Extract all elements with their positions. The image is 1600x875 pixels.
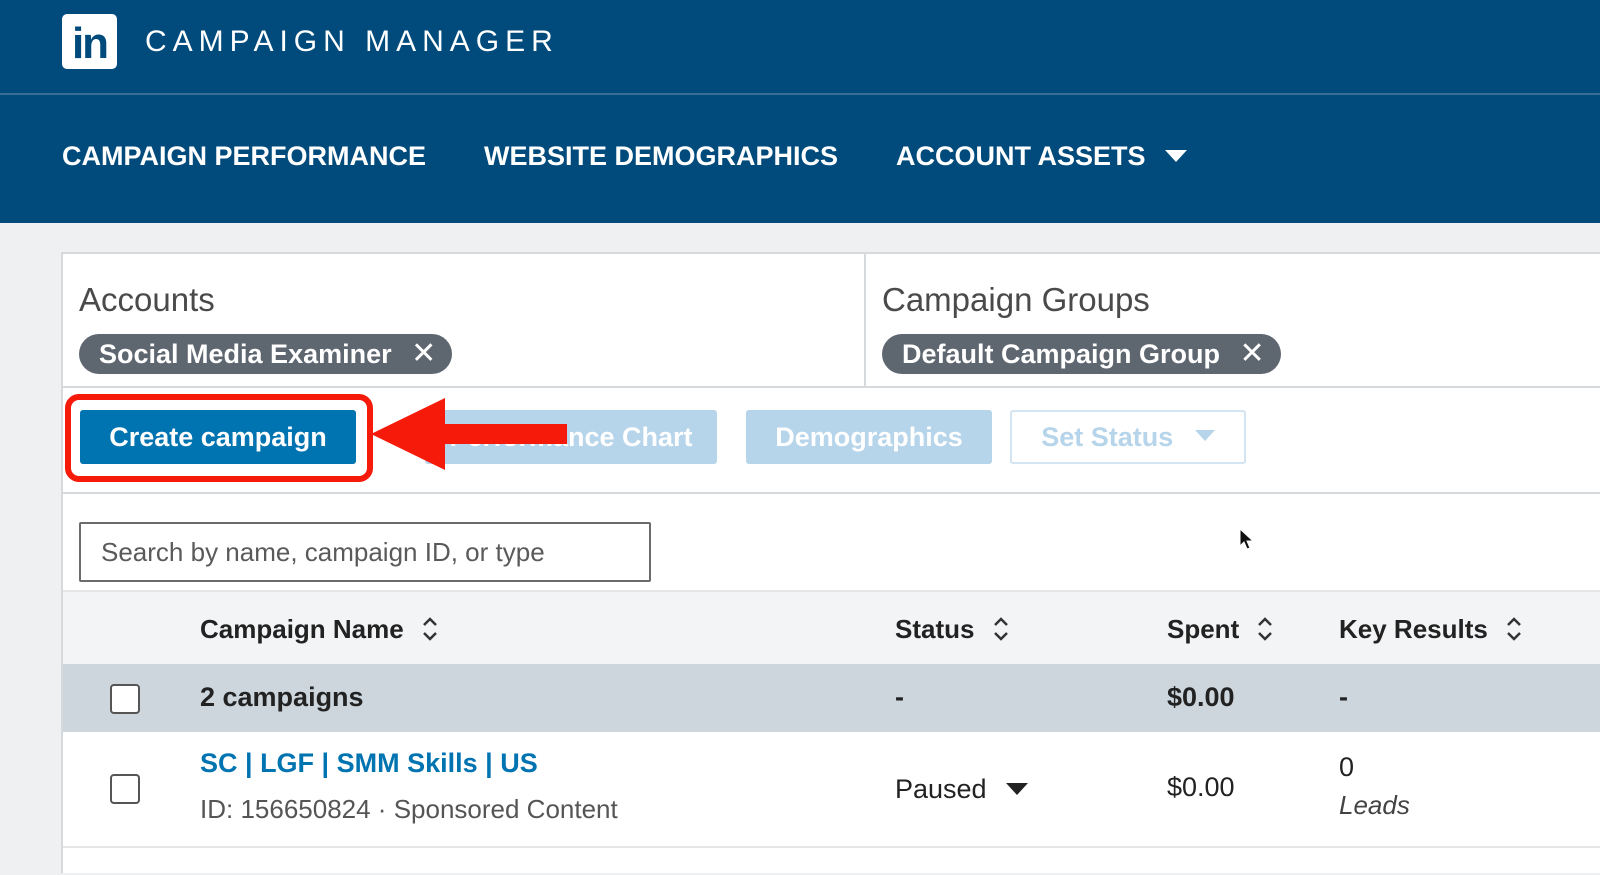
demographics-button[interactable]: Demographics bbox=[746, 410, 992, 464]
sort-icon bbox=[993, 617, 1008, 641]
campaign-group-chip: Default Campaign Group ✕ bbox=[882, 334, 1281, 374]
column-spent-label: Spent bbox=[1167, 614, 1240, 644]
campaign-name-link[interactable]: SC | LGF | SMM Skills | US bbox=[200, 746, 538, 780]
select-all-checkbox[interactable] bbox=[110, 684, 140, 714]
column-campaign-name-label: Campaign Name bbox=[200, 614, 404, 644]
main-nav: CAMPAIGN PERFORMANCE WEBSITE DEMOGRAPHIC… bbox=[0, 93, 1600, 223]
column-key-results-label: Key Results bbox=[1339, 614, 1488, 644]
nav-account-assets[interactable]: ACCOUNT ASSETS bbox=[896, 139, 1188, 173]
linkedin-logo-icon[interactable]: in bbox=[62, 14, 117, 69]
close-icon[interactable]: ✕ bbox=[1240, 334, 1265, 374]
create-campaign-button[interactable]: Create campaign bbox=[80, 410, 356, 464]
account-chip-label: Social Media Examiner bbox=[99, 339, 392, 369]
nav-account-assets-label: ACCOUNT ASSETS bbox=[896, 141, 1146, 171]
nav-campaign-performance[interactable]: CAMPAIGN PERFORMANCE bbox=[62, 139, 426, 173]
campaign-spent: $0.00 bbox=[1167, 772, 1235, 802]
table-row: SC | LGF | SMM Skills | US ID: 156650824… bbox=[63, 732, 1600, 848]
key-results-value: 0 bbox=[1339, 752, 1355, 782]
campaign-groups-filter: Campaign Groups Default Campaign Group ✕ bbox=[864, 254, 1600, 386]
column-status-label: Status bbox=[895, 614, 975, 644]
caret-down-icon bbox=[1194, 430, 1215, 442]
mouse-pointer-icon bbox=[1239, 528, 1255, 550]
column-status[interactable]: Status bbox=[895, 612, 1010, 646]
close-icon[interactable]: ✕ bbox=[411, 334, 436, 374]
status-dropdown-label: Paused bbox=[895, 774, 987, 804]
column-key-results[interactable]: Key Results bbox=[1339, 612, 1523, 646]
campaign-group-chip-label: Default Campaign Group bbox=[902, 339, 1221, 369]
set-status-button[interactable]: Set Status bbox=[1010, 410, 1246, 464]
summary-key-results: - bbox=[1339, 682, 1348, 712]
set-status-label: Set Status bbox=[1041, 422, 1174, 452]
sort-icon bbox=[1507, 617, 1521, 641]
table-summary-row: 2 campaigns - $0.00 - bbox=[63, 664, 1600, 732]
campaign-groups-label: Campaign Groups bbox=[882, 281, 1150, 318]
filter-bar: Accounts Social Media Examiner ✕ Campaig… bbox=[63, 254, 1600, 388]
app-title: CAMPAIGN MANAGER bbox=[145, 25, 559, 58]
summary-status: - bbox=[895, 682, 904, 712]
campaigns-table: Campaign Name Status Spent Key Results 2… bbox=[63, 590, 1600, 875]
campaigns-panel: Accounts Social Media Examiner ✕ Campaig… bbox=[61, 252, 1600, 873]
column-campaign-name[interactable]: Campaign Name bbox=[200, 612, 439, 646]
accounts-filter: Accounts Social Media Examiner ✕ bbox=[63, 254, 864, 386]
action-bar: Performance Chart Demographics Set Statu… bbox=[63, 388, 1600, 494]
account-chip: Social Media Examiner ✕ bbox=[79, 334, 453, 374]
caret-down-icon bbox=[1006, 782, 1029, 795]
summary-name: 2 campaigns bbox=[200, 682, 364, 712]
search-input[interactable] bbox=[79, 522, 651, 582]
accounts-label: Accounts bbox=[79, 281, 215, 318]
performance-chart-button[interactable]: Performance Chart bbox=[425, 410, 717, 464]
sort-icon bbox=[1258, 617, 1273, 641]
search-row bbox=[63, 494, 1600, 602]
nav-website-demographics[interactable]: WEBSITE DEMOGRAPHICS bbox=[484, 139, 838, 173]
summary-spent: $0.00 bbox=[1167, 682, 1235, 712]
row-checkbox[interactable] bbox=[110, 774, 140, 804]
nav-website-demographics-label: WEBSITE DEMOGRAPHICS bbox=[484, 141, 839, 171]
top-bar: in CAMPAIGN MANAGER bbox=[0, 0, 1600, 93]
table-header: Campaign Name Status Spent Key Results bbox=[63, 590, 1600, 664]
campaign-meta: ID: 156650824 · Sponsored Content bbox=[200, 794, 618, 824]
nav-campaign-performance-label: CAMPAIGN PERFORMANCE bbox=[62, 141, 426, 171]
caret-down-icon bbox=[1165, 149, 1188, 162]
sort-icon bbox=[423, 617, 437, 641]
status-dropdown[interactable]: Paused bbox=[895, 772, 1029, 806]
key-results-label: Leads bbox=[1339, 790, 1410, 820]
column-spent[interactable]: Spent bbox=[1167, 612, 1274, 646]
